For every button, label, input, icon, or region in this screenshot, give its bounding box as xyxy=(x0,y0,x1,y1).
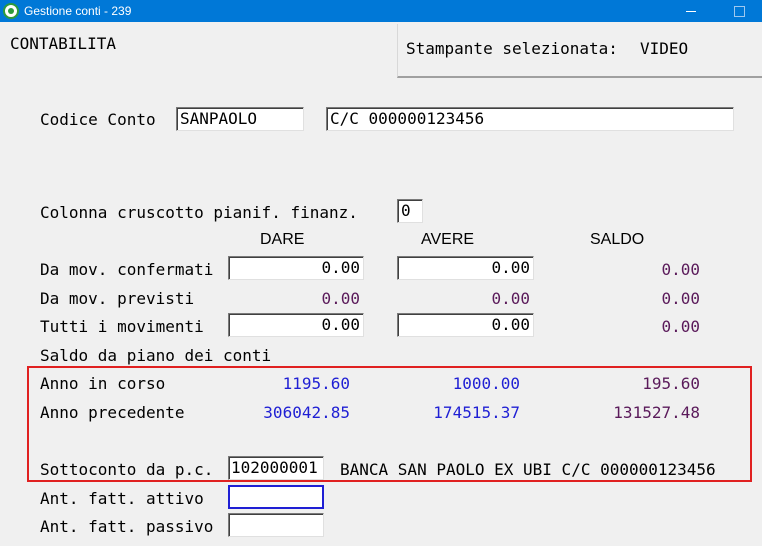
subaccount-code-field[interactable]: 102000001 xyxy=(228,456,324,480)
movements-planned-label: Da mov. previsti xyxy=(40,289,195,308)
printer-panel: Stampante selezionata: VIDEO xyxy=(397,24,762,78)
printer-value: VIDEO xyxy=(640,39,689,58)
current-year-label: Anno in corso xyxy=(40,374,166,393)
previous-year-dare: 306042.85 xyxy=(263,403,350,422)
confirmed-avere-field[interactable]: 0.00 xyxy=(397,256,534,280)
confirmed-dare-field[interactable]: 0.00 xyxy=(228,256,364,280)
movements-confirmed-label: Da mov. confermati xyxy=(40,260,214,279)
minimize-button[interactable] xyxy=(668,0,714,22)
column-header-saldo: SALDO xyxy=(590,231,645,248)
current-year-saldo: 195.60 xyxy=(642,374,700,393)
title-bar: Gestione conti - 239 xyxy=(0,0,762,22)
dashboard-column-field[interactable]: 0 xyxy=(397,199,423,223)
maximize-button[interactable] xyxy=(716,0,762,22)
module-title: CONTABILITA xyxy=(10,34,116,53)
printer-label: Stampante selezionata: xyxy=(406,39,618,58)
advance-passive-label: Ant. fatt. passivo xyxy=(40,517,214,536)
planned-dare-value: 0.00 xyxy=(321,289,360,308)
column-header-avere: AVERE xyxy=(421,231,475,248)
dashboard-column-label: Colonna cruscotto pianif. finanz. xyxy=(40,203,358,222)
previous-year-avere: 174515.37 xyxy=(433,403,520,422)
account-code-field[interactable]: SANPAOLO xyxy=(176,107,304,131)
window-title: Gestione conti - 239 xyxy=(24,4,132,18)
current-year-avere: 1000.00 xyxy=(452,374,520,393)
chart-of-accounts-heading: Saldo da piano dei conti xyxy=(40,346,272,365)
subaccount-label: Sottoconto da p.c. xyxy=(40,460,214,479)
planned-avere-value: 0.00 xyxy=(491,289,530,308)
advance-passive-field[interactable] xyxy=(228,513,324,537)
previous-year-saldo: 131527.48 xyxy=(613,403,700,422)
app-icon xyxy=(3,3,19,19)
confirmed-saldo-value: 0.00 xyxy=(661,260,700,279)
previous-year-label: Anno precedente xyxy=(40,403,185,422)
all-dare-field[interactable]: 0.00 xyxy=(228,313,364,337)
all-avere-field[interactable]: 0.00 xyxy=(397,313,534,337)
account-description-field[interactable]: C/C 000000123456 xyxy=(326,107,734,131)
account-code-label: Codice Conto xyxy=(40,110,156,129)
current-year-dare: 1195.60 xyxy=(282,374,350,393)
advance-active-field[interactable] xyxy=(228,485,324,509)
planned-saldo-value: 0.00 xyxy=(661,289,700,308)
all-saldo-value: 0.00 xyxy=(661,317,700,336)
advance-active-label: Ant. fatt. attivo xyxy=(40,489,204,508)
subaccount-description: BANCA SAN PAOLO EX UBI C/C 000000123456 xyxy=(340,460,716,479)
column-header-dare: DARE xyxy=(260,231,305,248)
movements-all-label: Tutti i movimenti xyxy=(40,317,204,336)
